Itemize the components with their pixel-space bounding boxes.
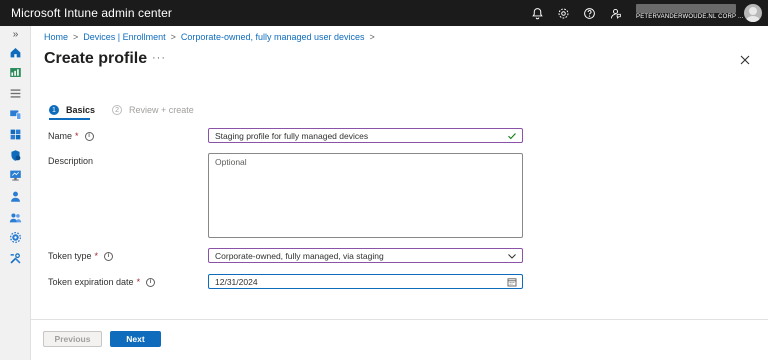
close-icon[interactable]	[739, 53, 751, 65]
breadcrumb-separator: >	[73, 32, 79, 42]
token-expiration-date-input[interactable]: 12/31/2024	[208, 274, 523, 289]
required-marker: *	[75, 131, 79, 141]
step-label: Basics	[66, 105, 96, 115]
description-placeholder: Optional	[215, 157, 247, 167]
step-number: 2	[112, 105, 123, 115]
name-input[interactable]: Staging profile for fully managed device…	[208, 128, 523, 143]
main-content: Home > Devices | Enrollment > Corporate-…	[31, 26, 768, 360]
required-marker: *	[136, 277, 141, 287]
token-type-label-text: Token type	[48, 251, 92, 261]
required-marker: *	[94, 251, 99, 261]
breadcrumb: Home > Devices | Enrollment > Corporate-…	[44, 32, 380, 42]
gear-icon[interactable]	[550, 0, 576, 26]
footer-divider	[31, 319, 768, 320]
app-title[interactable]: Microsoft Intune admin center	[0, 6, 524, 20]
avatar[interactable]	[744, 4, 762, 22]
token-type-dropdown[interactable]: Corporate-owned, fully managed, via stag…	[208, 248, 523, 263]
dashboard-icon[interactable]	[0, 63, 31, 84]
token-type-selected-value: Corporate-owned, fully managed, via stag…	[215, 250, 384, 261]
devices-icon[interactable]	[0, 104, 31, 125]
description-label: Description	[48, 156, 93, 166]
token-expiration-value: 12/31/2024	[215, 276, 258, 287]
chevron-down-icon	[508, 254, 516, 259]
endpoint-security-icon[interactable]	[0, 145, 31, 166]
previous-button[interactable]: Previous	[43, 331, 102, 347]
calendar-icon[interactable]	[507, 277, 517, 287]
description-label-text: Description	[48, 156, 94, 166]
breadcrumb-separator: >	[170, 32, 176, 42]
breadcrumb-corporate-owned[interactable]: Corporate-owned, fully managed user devi…	[181, 32, 365, 42]
token-expiration-label: Token expiration date * i	[48, 277, 156, 287]
active-step-indicator	[49, 118, 90, 120]
groups-icon[interactable]	[0, 207, 31, 228]
info-icon[interactable]: i	[146, 277, 156, 287]
tenant-name: PETERVANDERWOUDE.NL CORP ...	[636, 14, 744, 20]
left-nav: »	[0, 26, 31, 360]
token-type-label: Token type * i	[48, 251, 114, 261]
name-input-value: Staging profile for fully managed device…	[215, 130, 369, 141]
account-tenant[interactable]: PETERVANDERWOUDE.NL CORP ...	[636, 0, 743, 26]
expand-nav-button[interactable]: »	[0, 26, 31, 42]
users-icon[interactable]	[0, 186, 31, 207]
tenant-administration-icon[interactable]	[0, 227, 31, 248]
top-bar-actions: PETERVANDERWOUDE.NL CORP ...	[524, 0, 768, 26]
redacted-user-name	[636, 4, 736, 13]
step-number: 1	[49, 105, 59, 115]
step-review-create[interactable]: 2 Review + create	[112, 103, 194, 117]
home-icon[interactable]	[0, 42, 31, 63]
more-options-button[interactable]: ···	[152, 52, 166, 64]
breadcrumb-home[interactable]: Home	[44, 32, 68, 42]
page-title: Create profile	[44, 50, 148, 67]
top-bar: Microsoft Intune admin center PETERVANDE…	[0, 0, 768, 26]
info-icon[interactable]: i	[104, 251, 114, 261]
bell-icon[interactable]	[524, 0, 550, 26]
name-label-text: Name	[48, 131, 73, 141]
troubleshooting-icon[interactable]	[0, 248, 31, 269]
wizard-steps: 1 Basics 2 Review + create	[49, 103, 194, 117]
next-button[interactable]: Next	[110, 331, 161, 347]
token-expiration-label-text: Token expiration date	[48, 277, 134, 287]
all-services-icon[interactable]	[0, 83, 31, 104]
help-icon[interactable]	[576, 0, 602, 26]
breadcrumb-devices-enrollment[interactable]: Devices | Enrollment	[83, 32, 165, 42]
step-label: Review + create	[129, 105, 194, 115]
apps-icon[interactable]	[0, 124, 31, 145]
info-icon[interactable]: i	[84, 131, 94, 141]
step-basics[interactable]: 1 Basics	[49, 103, 95, 117]
reports-icon[interactable]	[0, 166, 31, 187]
checkmark-icon	[508, 133, 516, 140]
feedback-icon[interactable]	[602, 0, 628, 26]
description-textarea[interactable]: Optional	[208, 153, 523, 238]
name-label: Name * i	[48, 131, 94, 141]
breadcrumb-separator: >	[369, 32, 375, 42]
